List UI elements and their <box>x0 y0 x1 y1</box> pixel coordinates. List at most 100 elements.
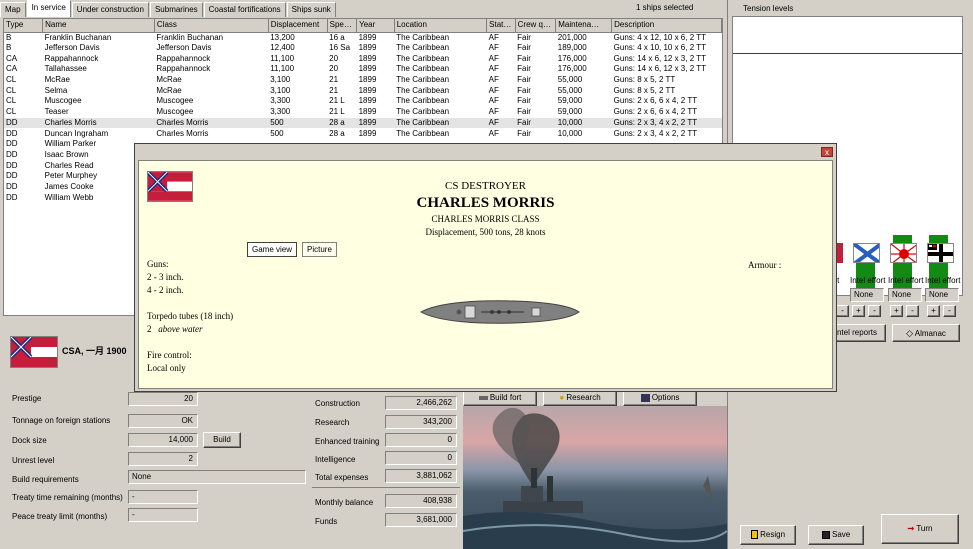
table-cell: B <box>6 43 12 53</box>
table-cell: 3,300 <box>270 96 291 106</box>
save-button[interactable]: Save <box>808 525 864 545</box>
table-row[interactable]: CL Selma McRae 3,100 21 1899 The Caribbean AF Fa… <box>4 85 722 96</box>
build-fort-button[interactable]: Build fort <box>463 390 537 406</box>
turn-button[interactable]: ➞ Turn <box>881 514 959 544</box>
plus-button[interactable]: + <box>890 305 903 317</box>
research-value: 343,200 <box>385 415 457 429</box>
table-cell: Guns: 8 x 5, 2 TT <box>613 75 676 85</box>
column-header[interactable]: Class <box>154 19 269 33</box>
table-cell: 3,300 <box>270 107 291 117</box>
table-cell: 1899 <box>358 32 377 42</box>
table-row[interactable]: CL Muscogee Muscogee 3,300 21 L 1899 The Carib… <box>4 96 722 107</box>
table-cell: DD <box>4 117 43 129</box>
minus-button[interactable]: - <box>906 305 919 317</box>
intel-effort-field[interactable]: None <box>888 288 922 302</box>
table-cell: Jefferson Davis <box>156 43 212 53</box>
table-cell: 55,000 <box>557 75 583 85</box>
column-header[interactable]: Name <box>42 19 155 33</box>
resign-button[interactable]: Resign <box>740 525 796 545</box>
table-cell: 59,000 <box>557 96 583 106</box>
monthly-balance-label: Monthly balance <box>315 498 374 507</box>
table-cell: Guns: 4 x 10, 10 x 6, 2 TT <box>613 43 706 53</box>
table-cell: 20 <box>329 53 339 63</box>
tab-submarines[interactable]: Submarines <box>149 2 203 17</box>
table-cell: 500 <box>270 128 284 138</box>
table-cell: The Caribbean <box>396 43 450 53</box>
plus-button[interactable]: + <box>852 305 865 317</box>
table-row[interactable]: DD Charles Morris Charles Morris 500 28 a 189… <box>4 117 722 129</box>
table-cell: Fair <box>517 32 531 42</box>
germany-flag-icon <box>927 243 954 263</box>
table-cell: Charles Morris <box>156 128 209 138</box>
almanac-icon: ◇ <box>906 328 913 338</box>
column-header[interactable]: Type <box>4 19 44 33</box>
table-cell: 21 <box>329 75 339 85</box>
table-cell: The Caribbean <box>394 117 487 129</box>
table-cell: Guns: 4 x 12, 10 x 6, 2 TT <box>613 32 706 42</box>
torpedo-position: above water <box>158 324 203 334</box>
options-button[interactable]: Options <box>623 390 697 406</box>
table-row[interactable]: CL Teaser Muscogee 3,300 21 L 1899 The Caribbe… <box>4 107 722 118</box>
tab-ships-sunk[interactable]: Ships sunk <box>286 2 336 17</box>
table-row[interactable]: CA Tallahassee Rappahannock 11,100 20 1899 The… <box>4 64 722 75</box>
table-cell: 1899 <box>358 75 377 85</box>
table-row[interactable]: CL McRae McRae 3,100 21 1899 The Caribbean AF Fa… <box>4 75 722 86</box>
minus-button[interactable]: - <box>868 305 881 317</box>
gun-entry: 2 - 3 inch. <box>147 272 184 282</box>
tab-map[interactable]: Map <box>0 2 26 17</box>
column-header[interactable]: Description <box>611 19 722 33</box>
funds-label: Funds <box>315 517 338 526</box>
intel-effort-label: Intel effort <box>888 276 924 285</box>
almanac-button[interactable]: ◇ Almanac <box>892 324 960 342</box>
intel-effort-field[interactable]: None <box>925 288 959 302</box>
divider <box>312 487 460 488</box>
column-header[interactable]: Location <box>394 19 488 33</box>
column-header[interactable]: Crew q… <box>515 19 557 33</box>
build-dock-button[interactable]: Build <box>203 432 241 448</box>
picture-tab[interactable]: Picture <box>302 242 337 257</box>
column-header[interactable]: Spe… <box>327 19 358 33</box>
ship-info-panel: CS DESTROYER CHARLES MORRIS CHARLES MORR… <box>138 160 833 389</box>
minus-button[interactable]: - <box>943 305 956 317</box>
tab-under-construction[interactable]: Under construction <box>71 2 149 17</box>
tab-coastal-fortifications[interactable]: Coastal fortifications <box>203 2 286 17</box>
intel-effort-field[interactable]: None <box>850 288 884 302</box>
table-row[interactable]: B Franklin Buchanan Franklin Buchanan 13,20… <box>4 32 722 43</box>
column-header[interactable]: Displacement <box>268 19 328 33</box>
table-cell: CL <box>6 85 17 95</box>
table-header-row: Type Name Class Displacement Spe… Year Locatio… <box>4 19 722 33</box>
column-header[interactable]: Maintena… <box>555 19 613 33</box>
table-cell: Fair <box>515 117 556 129</box>
table-cell: McRae <box>156 85 182 95</box>
table-cell: Guns: 2 x 6, 6 x 4, 2 TT <box>613 107 698 117</box>
table-row[interactable]: DD Duncan Ingraham Charles Morris 500 28 a 18… <box>4 128 722 139</box>
plus-button[interactable]: + <box>927 305 940 317</box>
tab-in-service[interactable]: In service <box>26 0 71 17</box>
russia-flag-icon <box>853 243 880 263</box>
table-cell: 1899 <box>358 128 377 138</box>
close-icon[interactable]: x <box>821 147 833 157</box>
table-cell: CL <box>6 107 17 117</box>
game-view-tab[interactable]: Game view <box>247 242 298 257</box>
ship-info-dialog[interactable]: x CS DESTROYER CHARLES MORRIS CHARLES MO… <box>134 143 837 392</box>
table-cell: Fair <box>517 85 531 95</box>
table-row[interactable]: B Jefferson Davis Jefferson Davis 12,400 16 … <box>4 43 722 54</box>
table-cell: 10,000 <box>557 128 583 138</box>
training-label: Enhanced training <box>315 437 380 446</box>
column-header[interactable]: Year <box>356 19 395 33</box>
table-row[interactable]: CA Rappahannock Rappahannock 11,100 20 1899 Th… <box>4 53 722 64</box>
table-cell: Guns: 2 x 3, 4 x 2, 2 TT <box>613 128 698 138</box>
table-cell: Franklin Buchanan <box>156 32 224 42</box>
table-cell: DD <box>6 160 18 170</box>
funds-value: 3,681,000 <box>385 513 457 527</box>
table-cell: AF <box>486 117 516 129</box>
battleship-painting <box>463 406 727 549</box>
treaty-time-label: Treaty time remaining (months) <box>12 493 123 502</box>
column-header[interactable]: Stat… <box>486 19 516 33</box>
research-button[interactable]: ● Research <box>543 390 617 406</box>
table-cell: Guns: 14 x 6, 12 x 3, 2 TT <box>613 53 706 63</box>
table-cell: Teaser <box>44 107 69 117</box>
dock-size-label: Dock size <box>12 436 47 445</box>
save-label: Save <box>832 530 851 539</box>
minus-button[interactable]: - <box>836 305 849 317</box>
